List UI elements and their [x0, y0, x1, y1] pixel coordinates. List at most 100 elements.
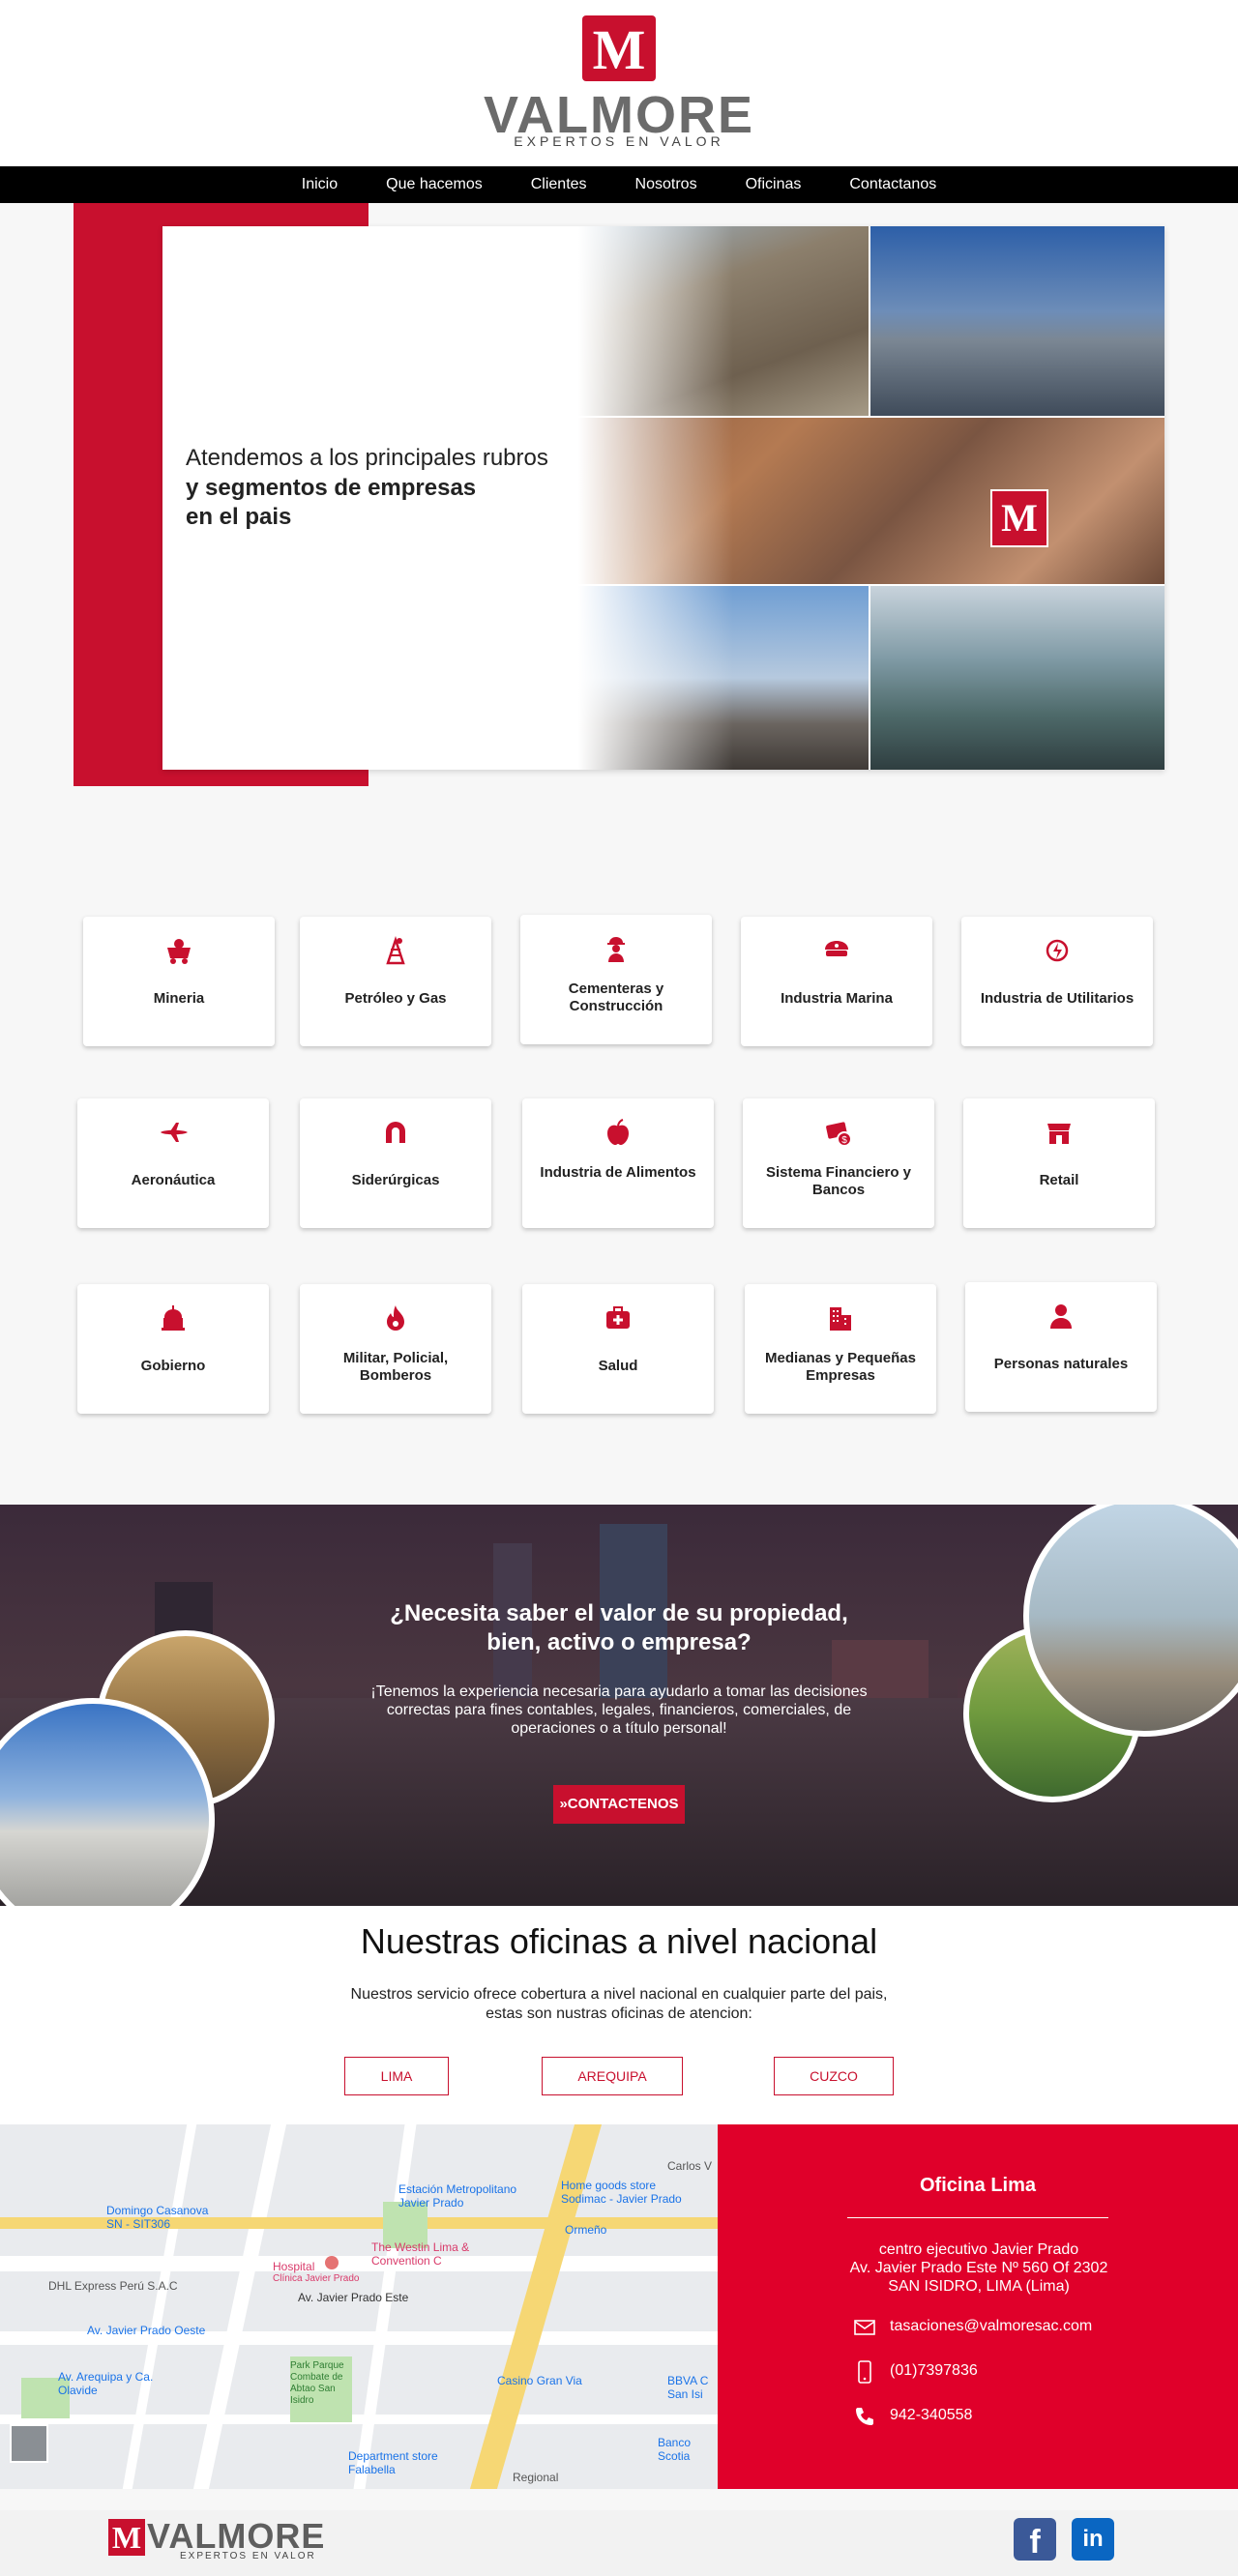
mining-cart-icon — [167, 939, 191, 964]
contact-us-button[interactable]: »CONTACTENOS — [553, 1785, 685, 1824]
office-building-icon — [830, 1307, 851, 1331]
offices-subtitle-line-2: estas son nustras oficinas de atencion: — [486, 2005, 752, 2022]
cta-banner: ¿Necesita saber el valor de su propiedad… — [0, 1505, 1238, 1906]
phone-handset-icon — [856, 2408, 873, 2425]
hero-logo-badge: M — [990, 489, 1048, 547]
sector-tile-utilitarios[interactable]: Industria de Utilitarios — [961, 917, 1153, 1046]
sector-label: Personas naturales — [993, 1356, 1129, 1372]
footer-logo-mark[interactable]: M — [108, 2519, 145, 2556]
map-label: Hospital — [273, 2260, 315, 2273]
map-label: Regional — [513, 2471, 559, 2484]
facebook-icon[interactable]: f — [1014, 2518, 1056, 2561]
map-label: Park Parque Combate de Abtao San Isidro — [290, 2360, 344, 2406]
office-button-arequipa[interactable]: AREQUIPA — [542, 2057, 683, 2095]
office-map[interactable]: Estación Metropolitano Javier Prado Home… — [0, 2124, 718, 2489]
office-button-cuzco[interactable]: CUZCO — [774, 2057, 894, 2095]
photo-city-skyline — [870, 226, 1164, 416]
map-label: Estación Metropolitano Javier Prado — [398, 2182, 517, 2210]
nav-item-contactanos[interactable]: Contactanos — [825, 176, 960, 193]
cta-title-line-2: bien, activo o empresa? — [486, 1629, 752, 1655]
cta-title-line-1: ¿Necesita saber el valor de su propiedad… — [390, 1600, 848, 1626]
map-road — [0, 2256, 718, 2271]
sector-tile-siderurgicas[interactable]: Siderúrgicas — [300, 1098, 491, 1228]
footer-tagline: EXPERTOS EN VALOR — [180, 2551, 316, 2561]
sector-label: Militar, Policial, Bomberos — [342, 1350, 449, 1384]
office-info-title: Oficina Lima — [919, 2175, 1037, 2196]
sector-tile-personas[interactable]: Personas naturales — [965, 1282, 1157, 1412]
sector-tile-pymes[interactable]: Medianas y Pequeñas Empresas — [745, 1284, 936, 1414]
map-label: Av. Javier Prado Oeste — [87, 2324, 206, 2337]
map-label: Banco Scotia — [658, 2436, 692, 2463]
nav-item-nosotros[interactable]: Nosotros — [611, 176, 722, 193]
sector-tile-mineria[interactable]: Mineria — [83, 917, 275, 1046]
map-pin-icon — [325, 2256, 339, 2269]
sector-label: Industria de Utilitarios — [980, 990, 1135, 1007]
hero-fade-overlay — [578, 226, 733, 770]
envelope-icon — [854, 2320, 875, 2335]
office-address: centro ejecutivo Javier Prado Av. Javier… — [776, 2240, 1182, 2296]
offices-title: Nuestras oficinas a nivel nacional — [360, 1921, 878, 1961]
sector-label: Sistema Financiero y Bancos — [765, 1164, 912, 1198]
storefront-icon — [1047, 1124, 1071, 1144]
photo-refinery — [870, 586, 1164, 770]
nav-item-inicio[interactable]: Inicio — [278, 176, 362, 193]
sector-tile-financiero[interactable]: $ Sistema Financiero y Bancos — [743, 1098, 934, 1228]
map-label: Casino Gran Via — [497, 2374, 582, 2387]
sector-tile-aeronautica[interactable]: Aeronáutica — [77, 1098, 269, 1228]
offices-subtitle-line-1: Nuestros servicio ofrece cobertura a niv… — [350, 1986, 888, 2003]
cta-title: ¿Necesita saber el valor de su propiedad… — [319, 1599, 919, 1657]
office-info-panel: Oficina Lima centro ejecutivo Javier Pra… — [718, 2124, 1238, 2489]
map-label: DHL Express Perú S.A.C — [48, 2279, 178, 2293]
sector-tile-militar[interactable]: Militar, Policial, Bomberos — [300, 1284, 491, 1414]
mobile-phone-icon — [858, 2360, 871, 2384]
nav-item-clientes[interactable]: Clientes — [507, 176, 611, 193]
sector-tile-petroleo[interactable]: Petróleo y Gas — [300, 917, 491, 1046]
map-thumbnail[interactable] — [10, 2424, 48, 2463]
apple-icon — [607, 1119, 629, 1145]
hero-section: Atendemos a los principales rubros y seg… — [0, 203, 1238, 793]
sector-tile-gobierno[interactable]: Gobierno — [77, 1284, 269, 1414]
sector-label: Retail — [1039, 1172, 1079, 1188]
construction-worker-icon — [607, 937, 625, 962]
sector-tile-cementeras[interactable]: Cementeras y Construcción — [520, 915, 712, 1044]
map-label: The Westin Lima & Convention C — [371, 2240, 470, 2268]
hero-line-1: Atendemos a los principales rubros — [186, 445, 548, 471]
magnet-icon — [386, 1122, 405, 1143]
map-label: Av. Javier Prado Este — [298, 2291, 409, 2304]
logo-mark[interactable]: M — [582, 15, 656, 81]
sector-label: Cementeras y Construcción — [568, 981, 664, 1014]
map-label: Av. Arequipa y Ca. Olavide — [58, 2370, 154, 2397]
hero-photo-mosaic: M — [578, 226, 1164, 770]
office-address-line-3: SAN ISIDRO, LIMA (Lima) — [888, 2278, 1070, 2295]
logo-letter: M — [592, 18, 646, 81]
cta-body: ¡Tenemos la experiencia necesaria para a… — [370, 1683, 868, 1737]
sector-label: Mineria — [153, 990, 205, 1007]
office-email[interactable]: tasaciones@valmoresac.com — [890, 2318, 1092, 2335]
sector-tile-alimentos[interactable]: Industria de Alimentos — [522, 1098, 714, 1228]
sector-label: Aeronáutica — [131, 1172, 216, 1188]
sector-label: Medianas y Pequeñas Empresas — [765, 1350, 916, 1384]
office-mobile[interactable]: 942-340558 — [890, 2407, 972, 2424]
medical-kit-icon — [606, 1306, 630, 1329]
sector-label: Gobierno — [140, 1358, 206, 1374]
map-road — [0, 2415, 718, 2424]
map-label: Carlos V — [667, 2159, 713, 2173]
linkedin-icon[interactable]: in — [1072, 2518, 1114, 2561]
offices-section: Nuestras oficinas a nivel nacional Nuest… — [0, 1906, 1238, 2124]
sector-label: Salud — [598, 1358, 638, 1374]
office-button-lima[interactable]: LIMA — [344, 2057, 449, 2095]
map-label: Clínica Javier Prado — [273, 2273, 360, 2284]
hero-line-2: y segmentos de empresas en el pais — [186, 474, 592, 532]
nav-item-oficinas[interactable]: Oficinas — [722, 176, 826, 193]
map-road — [122, 2124, 197, 2489]
person-icon — [1050, 1304, 1072, 1329]
oil-derrick-icon — [386, 936, 405, 965]
sector-tile-salud[interactable]: Salud — [522, 1284, 714, 1414]
nav-item-que-hacemos[interactable]: Que hacemos — [362, 176, 507, 193]
hero-card: Atendemos a los principales rubros y seg… — [162, 226, 1164, 770]
office-phone[interactable]: (01)7397836 — [890, 2362, 978, 2380]
sector-label: Industria Marina — [781, 990, 893, 1007]
sector-tile-retail[interactable]: Retail — [963, 1098, 1155, 1228]
site-footer: M VALMORE EXPERTOS EN VALOR f in — [0, 2510, 1238, 2576]
sector-tile-marina[interactable]: Industria Marina — [741, 917, 932, 1046]
